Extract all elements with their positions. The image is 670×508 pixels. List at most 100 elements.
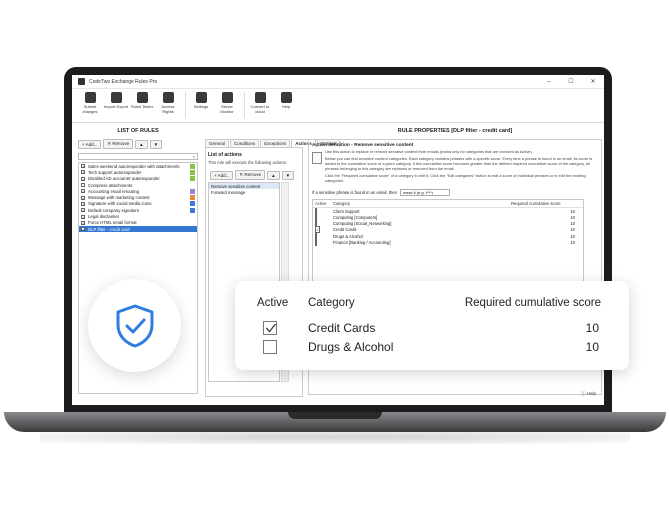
help-button[interactable]: Help [274,92,298,122]
rule-checkbox[interactable]: ✓ [81,170,85,175]
help-link[interactable]: ⓘ Help [581,391,596,397]
table-row[interactable]: Finance [Banking / Accounting] 10 [313,238,583,246]
table-row[interactable]: Computing [Computers] 10 [313,214,583,222]
table-header: Active Category Required cumulative scor… [313,200,583,209]
rule-color-tag [190,188,195,194]
rule-checkbox[interactable]: ✓ [81,189,85,194]
help-link-label: Help [586,391,596,396]
convert-icon [254,92,266,103]
ribbon-label: Help [281,104,291,109]
ribbon-label: Access Rights [161,104,175,114]
category-name: Computing [Social_Networking] [333,221,392,227]
minimize-button[interactable]: – [538,79,560,85]
remove-action-button[interactable]: ✕ Remove [235,170,266,180]
rule-checkbox[interactable] [81,183,85,188]
access-rights-button[interactable]: Access Rights [156,92,180,122]
category-callout: Active Category Required cumulative scor… [235,281,629,370]
column-header[interactable]: Category [333,201,511,206]
maximize-button[interactable]: ☐ [560,78,582,85]
move-up-button[interactable]: ▲ [267,170,280,180]
rule-color-tag [190,201,195,207]
description-block: Use this action to replace or remove sen… [312,149,598,186]
rule-label: Default company signature [88,207,140,213]
table-row[interactable]: Computing [Social_Networking] 10 [313,220,583,228]
category-score[interactable]: 10 [557,215,581,220]
rule-label: Force HTML email format [88,220,137,226]
category-name: Computing [Computers] [333,215,378,221]
callout-header-score: Required cumulative score [464,297,601,309]
mask-option-row: If a sensitive phrase is found in an ema… [312,189,598,197]
server-monitor-button[interactable]: Server Monitor [215,92,239,122]
mask-option-select[interactable]: mask it (e.g. f***) [399,189,450,197]
table-row[interactable]: Drugs & Alcohol 10 [313,232,583,240]
callout-score: 10 [585,321,599,335]
rule-checkbox[interactable]: ✓ [81,176,85,181]
rules-panel-title: LIST OF RULES [117,128,159,134]
actions-list-desc: This rule will execute the following act… [208,160,287,165]
save-icon [84,92,96,103]
rule-checkbox[interactable]: ✓ [81,164,85,169]
category-name: Drugs & Alcohol [333,233,363,239]
ribbon-separator [244,92,245,118]
tab-conditions[interactable]: Conditions [230,139,260,147]
server-monitor-icon [221,92,233,103]
move-down-button[interactable]: ▼ [149,139,163,149]
category-checkbox[interactable] [315,238,317,246]
description-paragraph: Click the "Required cumulative score" of… [325,173,586,183]
ribbon-label: Server Monitor [220,104,234,114]
tab-general[interactable]: General [205,139,230,147]
close-button[interactable]: ✕ [582,78,604,85]
move-down-button[interactable]: ▼ [281,170,295,180]
table-row[interactable]: Client Support 10 [313,207,583,215]
title-bar: CodeTwo Exchange Rules Pro – ☐ ✕ [72,75,604,89]
column-header[interactable]: Required cumulative score [511,201,581,206]
callout-category: Credit Cards [308,321,376,335]
rules-search-input[interactable]: ⌕ [78,153,198,160]
ribbon: Submit changes Import Export Rules Teste… [72,89,604,123]
callout-header: Active Category Required cumulative scor… [257,297,609,311]
rule-checkbox[interactable]: ✓ [81,208,85,213]
list-item[interactable]: Forward message [209,189,279,195]
rule-label: Tech support autoresponder [88,169,142,175]
column-header[interactable]: Active [315,201,333,206]
category-score[interactable]: 10 [557,234,581,239]
remove-rule-button[interactable]: ✕ Remove [103,139,134,149]
rule-label: Legal disclaimer [88,214,120,220]
settings-button[interactable]: Settings [189,92,213,122]
import-export-button[interactable]: Import Export [104,92,128,122]
callout-checkbox-checked[interactable] [263,321,277,335]
rules-tester-icon [136,92,148,103]
callout-row[interactable]: Credit Cards 10 [257,321,609,337]
callout-checkbox[interactable] [263,340,277,354]
rule-color-tag [190,163,195,169]
callout-row[interactable]: Drugs & Alcohol 10 [257,340,609,356]
callout-category: Drugs & Alcohol [308,340,394,354]
rule-checkbox[interactable]: ✓ [81,195,85,200]
rule-label: Message with marketing content [88,195,150,201]
rule-color-tag [190,169,195,175]
category-score[interactable]: 10 [557,209,581,214]
add-action-button[interactable]: + Add... [210,170,234,180]
checkmark-icon [265,323,277,333]
submit-changes-button[interactable]: Submit changes [78,92,102,122]
rules-toolbar: + Add... ✕ Remove ▲ ▼ [76,137,200,151]
rules-tester-button[interactable]: Rules Tester [130,92,154,122]
rule-checkbox[interactable]: ✓ [81,227,85,232]
category-score[interactable]: 10 [557,227,581,232]
convert-to-cloud-button[interactable]: Convert to cloud [248,92,272,122]
rule-checkbox[interactable]: ✓ [81,220,85,225]
rule-properties-title: RULE PROPERTIES [DLP filter - credit car… [397,128,513,134]
rule-color-tag [190,195,195,201]
rule-checkbox[interactable]: ✓ [81,201,85,206]
tab-exceptions[interactable]: Exceptions [260,139,291,147]
move-up-button[interactable]: ▲ [135,139,148,149]
add-rule-button[interactable]: + Add... [78,139,102,149]
list-item-selected[interactable]: ✓ DLP filter - credit card [79,225,197,233]
category-score[interactable]: 10 [557,240,581,245]
category-score[interactable]: 10 [557,221,581,226]
table-row[interactable]: ✓ Credit Cards 10 [313,226,583,234]
actions-list-title: List of actions [208,152,242,158]
category-name: Credit Cards [333,227,357,233]
rule-checkbox[interactable]: ✓ [81,214,85,219]
rule-label: Sales weekend autoresponder with attachm… [88,163,180,169]
